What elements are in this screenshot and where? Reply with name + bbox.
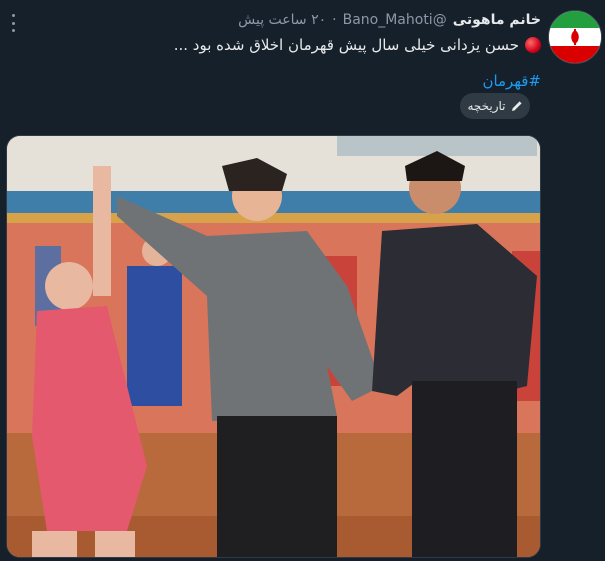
tweet-timestamp[interactable]: ۲۰ ساعت پیش (238, 12, 326, 28)
author-avatar[interactable] (548, 10, 602, 64)
tweet-text-content: حسن یزدانی خیلی سال پیش قهرمان اخلاق شده… (173, 36, 519, 54)
tweet-text: حسن یزدانی خیلی سال پیش قهرمان اخلاق شده… (174, 36, 541, 54)
red-circle-emoji-icon (525, 37, 541, 53)
tweet-header: خانم ماهوتی @Bano_Mahoti · ۲۰ ساعت پیش (238, 12, 541, 28)
tweet-card[interactable]: خانم ماهوتی @Bano_Mahoti · ۲۰ ساعت پیش ح… (0, 0, 605, 561)
hashtag-link[interactable]: #قهرمان (482, 72, 541, 90)
pencil-icon (511, 101, 522, 111)
tweet-photo[interactable] (6, 135, 541, 558)
edit-history-label: تاریخچه (467, 99, 506, 113)
author-name[interactable]: خانم ماهوتی (453, 12, 541, 28)
edit-history-button[interactable]: تاریخچه (460, 93, 530, 119)
more-options-icon[interactable] (6, 14, 20, 32)
separator-dot: · (332, 12, 337, 28)
author-handle[interactable]: @Bano_Mahoti (343, 12, 447, 28)
iran-emblem-icon (549, 11, 601, 63)
wrestling-photo-image (7, 136, 540, 557)
